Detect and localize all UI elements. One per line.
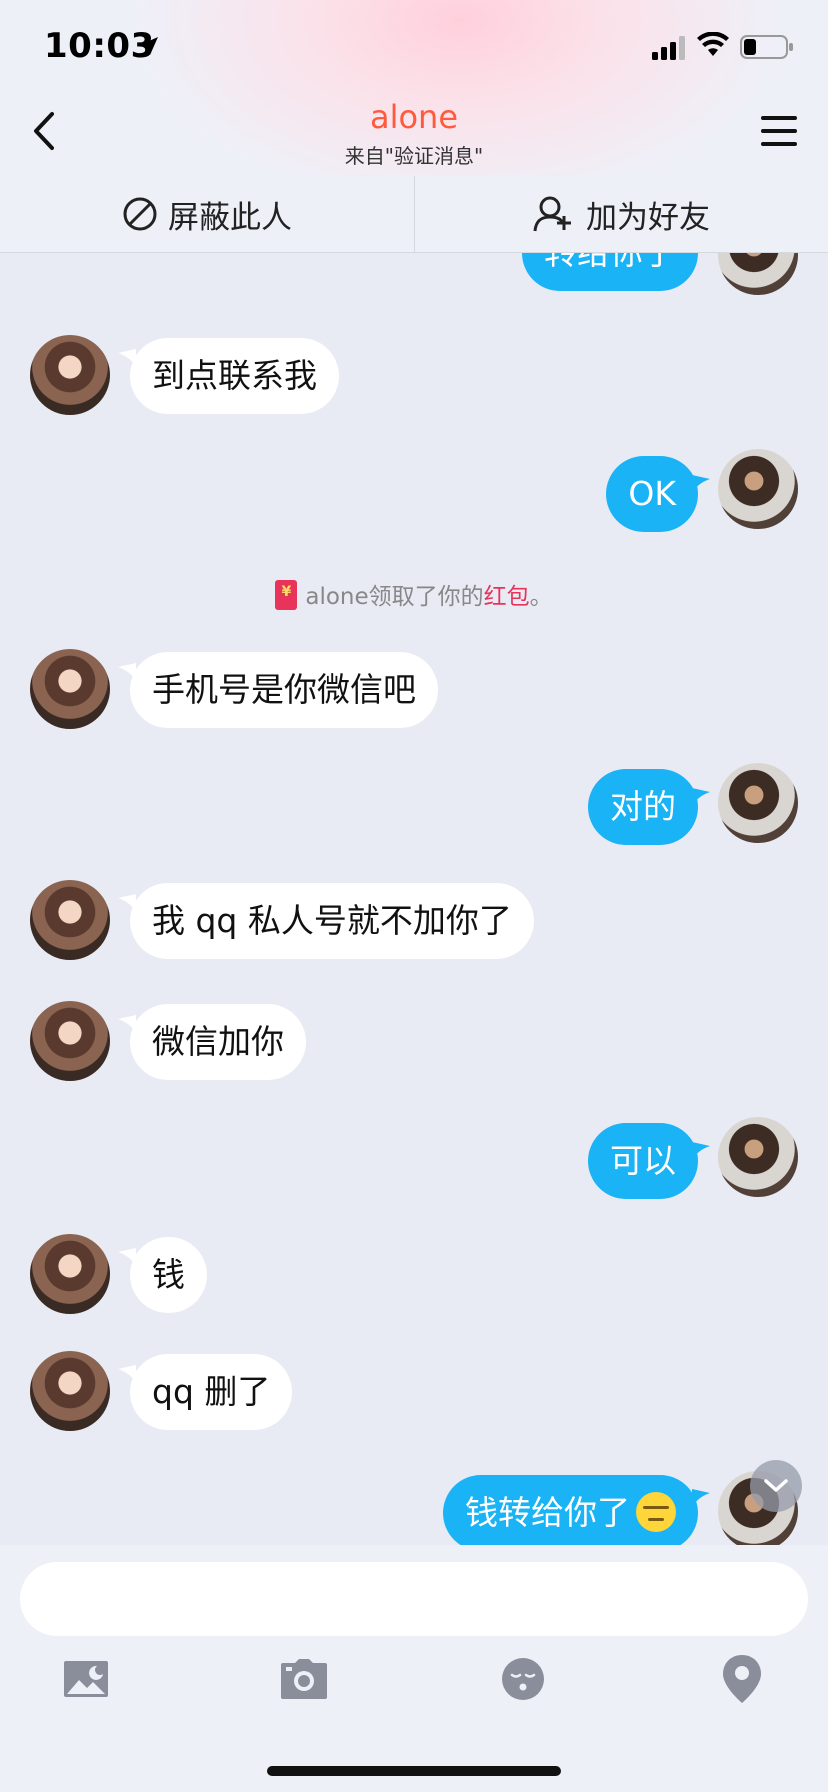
emoji-icon [502,1658,544,1700]
self-avatar[interactable] [718,763,798,843]
message-bubble-contact[interactable]: 钱 [130,1237,207,1313]
sweat-emoji-icon [636,1492,676,1532]
contact-avatar[interactable] [30,1351,110,1431]
location-arrow-icon [140,37,158,55]
message-bubble-contact[interactable]: 我 qq 私人号就不加你了 [130,883,534,959]
chat-area[interactable]: 转给你了 到点联系我 OK alone领取了你的红包。 手机号是你微信吧 对的 … [0,253,828,1545]
image-icon [64,1661,108,1697]
message-bubble-self[interactable]: 转给你了 [522,253,698,291]
message-bubble-self[interactable]: 钱转给你了 [443,1475,698,1545]
signal-icon [652,36,685,60]
contact-avatar[interactable] [30,1001,110,1081]
location-pin-icon [723,1655,761,1703]
add-friend-label: 加为好友 [586,199,710,236]
message-text: 钱转给你了 [465,1493,630,1532]
red-packet-link[interactable]: 红包 [484,584,530,610]
message-bubble-self[interactable]: OK [606,456,698,532]
wifi-icon [697,32,729,56]
message-input[interactable] [20,1562,808,1636]
message-bubble-contact[interactable]: 手机号是你微信吧 [130,652,438,728]
message-bubble-self[interactable]: 可以 [588,1123,698,1199]
chat-subtitle: 来自"验证消息" [344,144,484,168]
self-avatar[interactable] [718,1117,798,1197]
message-bubble-contact[interactable]: 到点联系我 [130,338,339,414]
self-avatar[interactable] [718,253,798,295]
contact-avatar[interactable] [30,1234,110,1314]
add-user-icon [533,196,571,232]
action-divider [414,176,415,252]
scroll-to-bottom-button[interactable] [750,1460,802,1512]
camera-button[interactable] [276,1654,332,1704]
battery-icon [740,35,793,59]
location-button[interactable] [714,1654,770,1704]
home-indicator [267,1766,561,1776]
emoji-button[interactable] [495,1654,551,1704]
chevron-left-icon [34,112,54,150]
contact-avatar[interactable] [30,880,110,960]
block-icon [123,197,157,231]
image-button[interactable] [58,1654,114,1704]
block-user-label: 屏蔽此人 [168,199,292,236]
red-packet-icon [275,580,298,610]
system-notice-text: 领取了你的 [368,584,484,610]
add-friend-button[interactable]: 加为好友 [414,176,828,252]
system-notice-name: alone [305,584,369,610]
block-user-button[interactable]: 屏蔽此人 [0,176,414,252]
system-notice-end: 。 [529,584,553,610]
camera-icon [281,1659,327,1699]
message-bubble-self[interactable]: 对的 [588,769,698,845]
self-avatar[interactable] [718,449,798,529]
back-button[interactable] [24,106,68,156]
contact-avatar[interactable] [30,649,110,729]
hamburger-icon [761,116,797,146]
message-bubble-contact[interactable]: 微信加你 [130,1004,306,1080]
message-bubble-contact[interactable]: qq 删了 [130,1354,293,1430]
contact-avatar[interactable] [30,335,110,415]
system-notice: alone领取了你的红包。 [0,577,828,611]
chat-title[interactable]: alone [264,98,564,136]
chevron-down-icon [764,1479,788,1492]
menu-button[interactable] [758,112,800,150]
